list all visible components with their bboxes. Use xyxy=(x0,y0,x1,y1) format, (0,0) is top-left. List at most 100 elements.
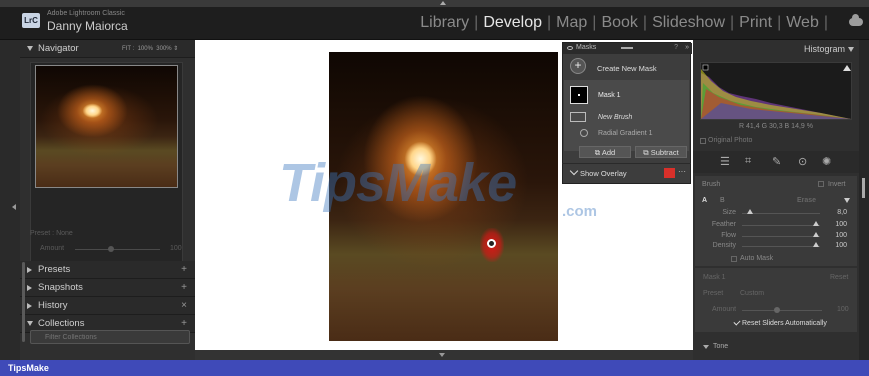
watermark-suffix: .com xyxy=(562,203,598,220)
feather-value[interactable]: 100 xyxy=(827,221,847,228)
size-label: Size xyxy=(722,209,736,216)
collections-filter-input[interactable] xyxy=(30,330,190,344)
expand-arrow-icon xyxy=(27,285,32,291)
zoom-options[interactable]: FIT : 100% 300% ⇕ xyxy=(122,40,178,58)
eye-icon[interactable] xyxy=(567,46,573,50)
expand-arrow-icon xyxy=(27,303,32,309)
mask-pin-icon[interactable] xyxy=(487,239,496,248)
histogram[interactable] xyxy=(700,62,852,120)
module-library[interactable]: Library xyxy=(420,14,469,32)
adjust-preset-label: Preset xyxy=(703,290,724,297)
filmstrip-toggle[interactable] xyxy=(195,350,693,360)
adjust-amount-slider[interactable] xyxy=(742,310,822,311)
reset-sliders-label[interactable]: Reset Sliders Automatically xyxy=(742,320,827,327)
amount-value: 100 xyxy=(170,245,182,252)
tone-label: Tone xyxy=(713,343,729,350)
cloud-icon[interactable] xyxy=(849,14,863,26)
right-panel-toggle[interactable] xyxy=(859,40,869,360)
masks-title: Masks xyxy=(576,44,597,51)
adjust-mask-name: Mask 1 xyxy=(703,274,726,281)
navigator-preview-image[interactable] xyxy=(35,65,178,188)
adjust-amount-knob[interactable] xyxy=(774,307,780,313)
flow-slider[interactable] xyxy=(742,236,820,237)
flow-slider-knob[interactable] xyxy=(813,232,819,237)
feather-label: Feather xyxy=(711,221,736,228)
add-preset-button[interactable]: + xyxy=(181,261,187,279)
flow-value[interactable]: 100 xyxy=(827,232,847,239)
left-panel: Navigator FIT : 100% 300% ⇕ Preset : Non… xyxy=(20,40,195,360)
create-mask-button[interactable]: + xyxy=(570,58,586,74)
module-web[interactable]: Web xyxy=(786,14,819,32)
collapse-arrow-icon xyxy=(27,46,33,51)
adjust-reset-button[interactable]: Reset xyxy=(830,274,848,281)
component-radial-gradient[interactable]: Radial Gradient 1 xyxy=(598,130,652,137)
module-map[interactable]: Map xyxy=(556,14,587,32)
app-name: Adobe Lightroom Classic xyxy=(47,10,125,17)
adjust-preset-value[interactable]: Custom xyxy=(740,290,764,297)
auto-mask-label[interactable]: Auto Mask xyxy=(740,255,773,262)
presets-section[interactable]: Presets + xyxy=(20,261,195,279)
history-section[interactable]: History × xyxy=(20,297,195,315)
brush-menu-arrow[interactable] xyxy=(844,198,850,203)
module-slideshow[interactable]: Slideshow xyxy=(652,14,725,32)
histogram-header[interactable]: Histogram xyxy=(693,40,859,58)
amount-slider[interactable] xyxy=(75,249,160,250)
masks-panel-header[interactable]: Masks ? » xyxy=(563,43,692,54)
tone-section-header[interactable]: Tone xyxy=(695,340,857,354)
help-icon[interactable]: ? xyxy=(674,44,678,51)
collapse-arrow-icon xyxy=(27,321,33,326)
size-slider[interactable] xyxy=(742,213,820,214)
expand-panel-icon[interactable]: » xyxy=(685,44,689,51)
subtract-button[interactable]: ⧉ Subtract xyxy=(635,146,687,158)
component-new-brush[interactable]: New Brush xyxy=(598,114,632,121)
top-panel-toggle[interactable] xyxy=(0,0,869,7)
red-eye-icon[interactable]: ⊙ xyxy=(798,155,807,168)
masking-icon[interactable]: ✺ xyxy=(822,155,831,168)
feather-slider[interactable] xyxy=(742,225,820,226)
left-panel-scrollbar[interactable] xyxy=(22,262,25,342)
size-value[interactable]: 8,0 xyxy=(827,209,847,216)
add-button[interactable]: ⧉ Add xyxy=(579,146,631,158)
drag-handle-icon[interactable] xyxy=(621,47,633,49)
histogram-graph xyxy=(701,64,851,119)
collapse-arrow-icon xyxy=(703,345,709,349)
module-print[interactable]: Print xyxy=(739,14,772,32)
brush-tab-a[interactable]: A xyxy=(702,197,707,204)
crop-icon[interactable]: ⌗ xyxy=(745,155,751,168)
show-overlay-label[interactable]: Show Overlay xyxy=(580,169,627,178)
amount-label: Amount xyxy=(40,245,65,252)
mask-name[interactable]: Mask 1 xyxy=(598,92,621,99)
density-slider[interactable] xyxy=(742,246,820,247)
sliders-icon[interactable]: ☰ xyxy=(720,155,730,168)
snapshots-section[interactable]: Snapshots + xyxy=(20,279,195,297)
density-label: Density xyxy=(712,242,736,249)
add-snapshot-button[interactable]: + xyxy=(181,279,187,297)
radial-gradient-icon[interactable] xyxy=(580,129,588,137)
auto-mask-checkbox[interactable] xyxy=(731,256,737,262)
clear-history-button[interactable]: × xyxy=(181,297,187,315)
module-develop[interactable]: Develop xyxy=(483,14,542,32)
module-book[interactable]: Book xyxy=(601,14,637,32)
size-slider-knob[interactable] xyxy=(747,209,753,214)
density-slider-knob[interactable] xyxy=(813,242,819,247)
brush-tab-b[interactable]: B xyxy=(720,197,725,204)
invert-checkbox[interactable] xyxy=(818,181,824,187)
flow-label: Flow xyxy=(721,232,736,239)
left-panel-toggle[interactable] xyxy=(0,40,20,360)
original-photo-label[interactable]: Original Photo xyxy=(708,137,752,144)
overlay-more-menu[interactable]: ··· xyxy=(678,167,686,176)
create-mask-label[interactable]: Create New Mask xyxy=(597,64,657,73)
rgb-readout: R 41,4 G 30,3 B 14,9 % xyxy=(739,123,813,130)
brush-icon[interactable] xyxy=(570,112,586,122)
invert-label[interactable]: Invert xyxy=(828,181,846,188)
mask-thumbnail[interactable] xyxy=(570,86,588,104)
original-photo-checkbox[interactable] xyxy=(700,138,706,144)
overlay-color-swatch[interactable] xyxy=(664,168,675,178)
right-panel-scrollbar[interactable] xyxy=(862,178,865,198)
feather-slider-knob[interactable] xyxy=(813,221,819,226)
erase-button[interactable]: Erase xyxy=(797,197,816,204)
density-value[interactable]: 100 xyxy=(827,242,847,249)
healing-icon[interactable]: ✎ xyxy=(772,155,781,168)
amount-slider-knob[interactable] xyxy=(108,246,114,252)
navigator-header[interactable]: Navigator FIT : 100% 300% ⇕ xyxy=(20,40,195,58)
